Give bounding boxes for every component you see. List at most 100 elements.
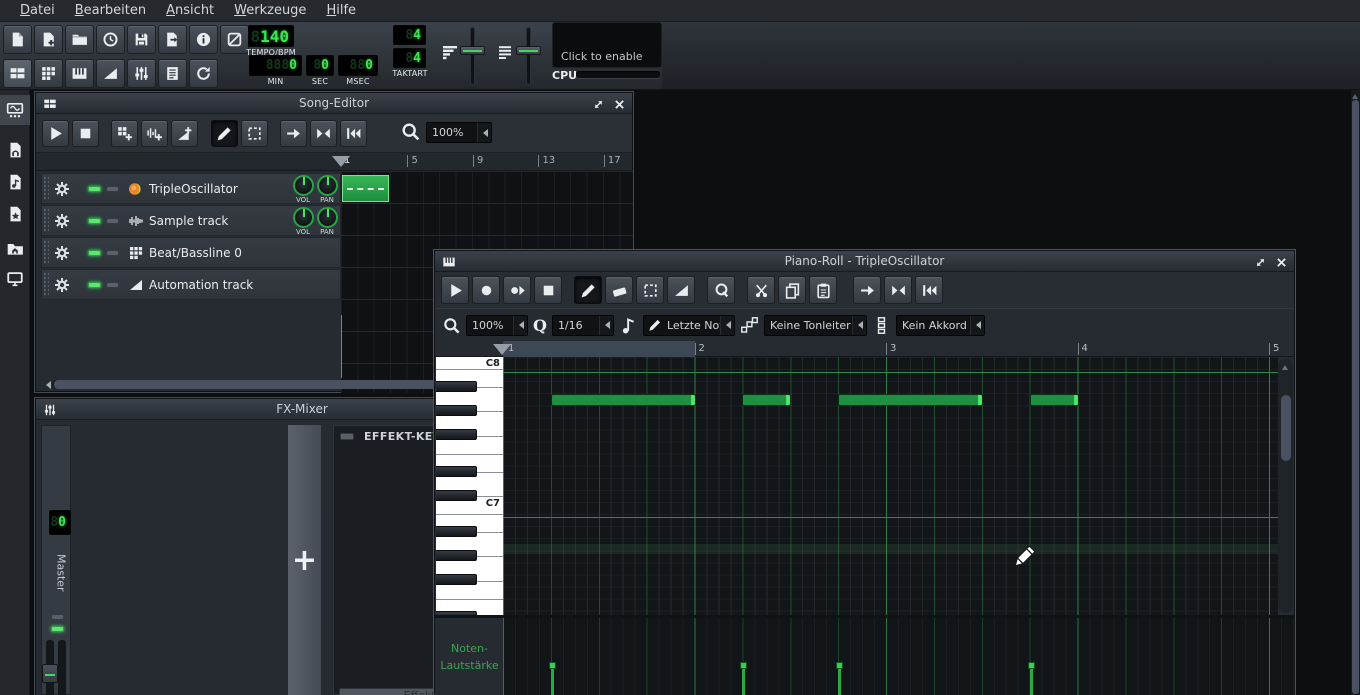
master-volume-handle[interactable] <box>460 46 485 55</box>
piano-roll-toggle[interactable] <box>65 59 94 88</box>
controller-rack-toggle[interactable] <box>189 59 218 88</box>
master-fader-handle[interactable] <box>42 664 58 683</box>
black-key[interactable] <box>436 574 477 585</box>
track-type-icon[interactable] <box>128 181 144 197</box>
master-pitch-handle[interactable] <box>516 46 541 55</box>
draw-mode-button[interactable] <box>211 120 238 147</box>
play-button[interactable] <box>441 276 469 304</box>
song-editor-toggle[interactable] <box>3 59 32 88</box>
black-key[interactable] <box>436 526 477 537</box>
song-editor-timeline[interactable]: 1 591317 <box>36 153 632 171</box>
velocity-bar[interactable] <box>838 668 841 695</box>
scroll-left-arrow-icon[interactable] <box>42 381 51 389</box>
timeline-behaviour-button[interactable] <box>280 120 307 147</box>
master-solo-led[interactable] <box>51 626 64 632</box>
track-name[interactable]: Beat/Bassline 0 <box>149 246 242 260</box>
play-button[interactable] <box>42 120 69 147</box>
dropdown-arrow-icon[interactable] <box>852 316 866 335</box>
project-notes-toggle[interactable] <box>158 59 187 88</box>
quantize-dropdown[interactable]: 1/16 <box>552 315 614 336</box>
timesig-numerator-display[interactable]: 84 <box>393 25 426 45</box>
menu-item-bearbeiten[interactable]: Bearbeiten <box>65 3 156 18</box>
volume-knob[interactable] <box>293 207 314 228</box>
pan-knob[interactable] <box>317 175 338 196</box>
track-mute-led[interactable] <box>88 282 101 288</box>
record-accompany-button[interactable] <box>503 276 531 304</box>
play-position-marker[interactable] <box>493 344 511 355</box>
maximize-icon[interactable] <box>1254 254 1267 273</box>
pan-knob[interactable] <box>317 207 338 228</box>
track-type-icon[interactable] <box>128 213 144 229</box>
pattern-segment[interactable] <box>342 175 389 202</box>
new-from-template-button[interactable] <box>34 25 63 54</box>
master-pitch-slider[interactable] <box>527 28 530 84</box>
velocity-knob[interactable] <box>836 662 843 669</box>
edit-mode-button[interactable] <box>241 120 268 147</box>
timeline-loop-region[interactable] <box>503 341 695 357</box>
gear-icon[interactable] <box>54 277 70 293</box>
save-project-button[interactable] <box>127 25 156 54</box>
automation-editor-toggle[interactable] <box>96 59 125 88</box>
track-solo-led[interactable] <box>106 218 119 224</box>
play-position-marker[interactable] <box>332 156 350 167</box>
track-row[interactable]: Automation track <box>41 269 341 300</box>
tempo-display[interactable]: 8140 <box>248 25 294 47</box>
stop-button[interactable] <box>534 276 562 304</box>
velocity-knob[interactable] <box>1028 662 1035 669</box>
piano-roll-titlebar[interactable]: Piano-Roll - TripleOscillator <box>435 251 1294 272</box>
track-mute-led[interactable] <box>88 218 101 224</box>
scroll-up-arrow-icon[interactable] <box>1282 362 1288 370</box>
recently-opened-button[interactable] <box>96 25 125 54</box>
chord-dropdown[interactable]: Kein Akkord <box>896 315 985 336</box>
sidebar-item-instruments-browser[interactable] <box>0 95 30 125</box>
dropdown-arrow-icon[interactable] <box>970 316 984 335</box>
output-visualizer[interactable]: Click to enable <box>552 22 662 68</box>
sidebar-item-favorites-browser[interactable] <box>0 199 30 229</box>
add-bb-track-button[interactable] <box>111 120 138 147</box>
add-sample-track-button[interactable] <box>141 120 168 147</box>
maximize-icon[interactable] <box>592 96 605 115</box>
erase-mode-button[interactable] <box>605 276 633 304</box>
sidebar-item-computer-browser[interactable] <box>0 264 30 294</box>
velocity-bar[interactable] <box>742 668 745 695</box>
menu-item-datei[interactable]: Datei <box>10 3 65 18</box>
add-automation-track-button[interactable] <box>171 120 198 147</box>
sidebar-item-home-browser[interactable] <box>0 234 30 264</box>
menu-item-hilfe[interactable]: Hilfe <box>316 3 366 18</box>
copy-button[interactable] <box>778 276 806 304</box>
master-volume-slider[interactable] <box>471 28 474 84</box>
song-zoom-dropdown[interactable]: 100% <box>426 122 492 143</box>
new-project-button[interactable] <box>3 25 32 54</box>
dropdown-arrow-icon[interactable] <box>513 316 527 335</box>
timeline-behaviour-button[interactable] <box>853 276 881 304</box>
black-key[interactable] <box>436 550 477 561</box>
scroll-thumb[interactable] <box>1281 395 1291 461</box>
master-mute-led[interactable] <box>51 614 64 620</box>
close-icon[interactable] <box>1275 254 1288 273</box>
open-project-button[interactable] <box>65 25 94 54</box>
timesig-denominator-display[interactable]: 84 <box>393 48 426 68</box>
scale-dropdown[interactable]: Keine Tonleiter <box>764 315 867 336</box>
track-grip[interactable] <box>43 240 49 265</box>
track-solo-led[interactable] <box>106 250 119 256</box>
export-project-button[interactable] <box>158 25 187 54</box>
midi-note[interactable] <box>1031 395 1078 405</box>
effect-chain-enable-led[interactable] <box>340 433 354 440</box>
note-grid[interactable] <box>503 357 1278 615</box>
jump-to-start-button[interactable] <box>340 120 367 147</box>
project-info-button[interactable] <box>189 25 218 54</box>
track-type-icon[interactable] <box>128 277 144 293</box>
record-button[interactable] <box>472 276 500 304</box>
piano-keyboard[interactable]: C8C7 <box>436 357 503 615</box>
velocity-bar[interactable] <box>1030 668 1033 695</box>
velocity-knob[interactable] <box>740 662 747 669</box>
close-icon[interactable] <box>613 96 626 115</box>
track-row[interactable]: Beat/Bassline 0 <box>41 237 341 268</box>
volume-knob[interactable] <box>293 175 314 196</box>
piano-roll-timeline[interactable]: 12345 <box>435 341 1294 357</box>
jump-to-start-button[interactable] <box>915 276 943 304</box>
sidebar-item-samples-browser[interactable] <box>0 135 30 165</box>
draw-mode-button[interactable] <box>574 276 602 304</box>
track-name[interactable]: Sample track <box>149 214 228 228</box>
black-key[interactable] <box>436 429 477 440</box>
